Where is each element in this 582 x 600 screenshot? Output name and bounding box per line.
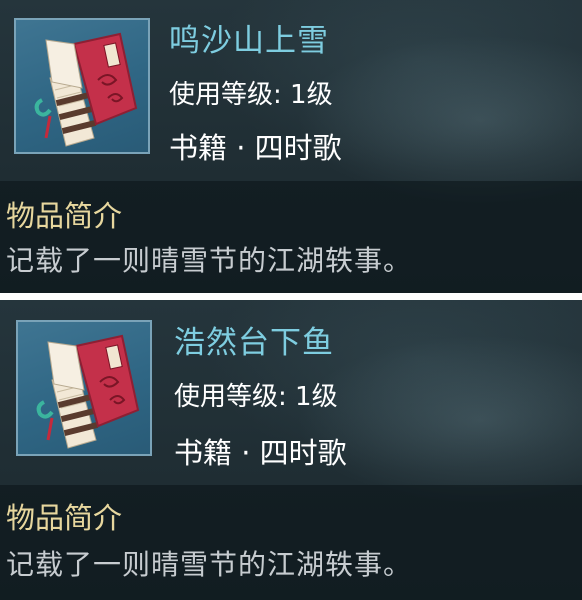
item-name: 鸣沙山上雪 <box>169 23 329 59</box>
description-text: 记载了一则晴雪节的江湖轶事。 <box>6 244 413 277</box>
description-text: 记载了一则晴雪节的江湖轶事。 <box>6 548 413 581</box>
book-icon <box>36 334 140 449</box>
item-tooltip-card: 浩然台下鱼 使用等级: 1级 书籍 · 四时歌 物品简介 记载了一则晴雪节的江湖… <box>0 300 582 600</box>
item-category: 书籍 · 四时歌 <box>169 131 342 165</box>
item-level-requirement: 使用等级: 1级 <box>174 382 338 412</box>
item-tooltip-card: 鸣沙山上雪 使用等级: 1级 书籍 · 四时歌 物品简介 记载了一则晴雪节的江湖… <box>0 0 582 293</box>
item-category: 书籍 · 四时歌 <box>174 436 347 470</box>
item-level-requirement: 使用等级: 1级 <box>169 80 333 110</box>
book-icon <box>34 32 138 147</box>
description-heading: 物品简介 <box>6 199 123 233</box>
item-icon-frame <box>16 320 152 456</box>
description-heading: 物品简介 <box>6 501 123 535</box>
item-name: 浩然台下鱼 <box>174 325 334 361</box>
item-icon-frame <box>14 18 150 154</box>
